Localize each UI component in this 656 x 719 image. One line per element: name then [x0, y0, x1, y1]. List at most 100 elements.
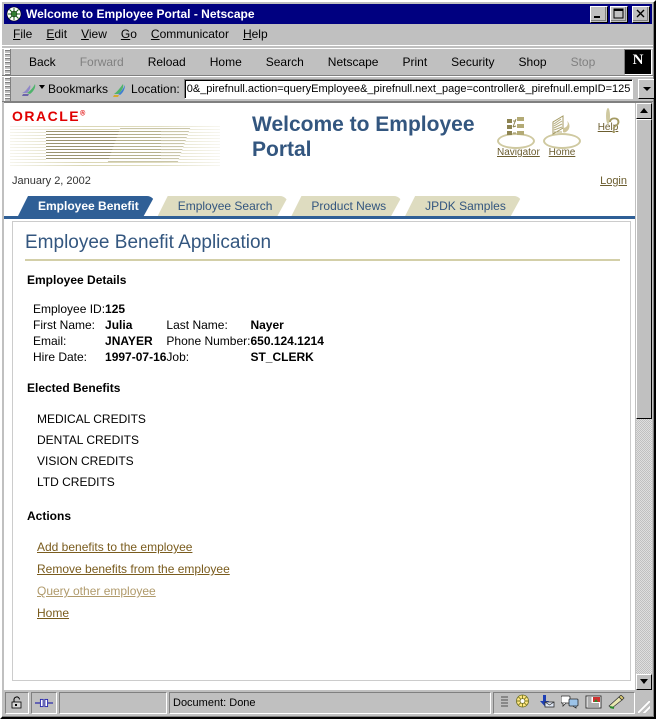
minimize-button[interactable] — [590, 5, 608, 23]
portal-date-row: January 2, 2002 Login — [4, 172, 635, 194]
navigator-tree-icon — [497, 117, 535, 149]
menu-go[interactable]: Go — [114, 25, 144, 43]
menu-file[interactable]: File — [6, 25, 39, 43]
home-button[interactable]: Home — [198, 51, 254, 73]
oracle-logo: ORACLE® — [12, 108, 87, 124]
taskbar-handle-icon[interactable] — [500, 695, 509, 711]
tab-employee-search[interactable]: Employee Search — [158, 196, 289, 216]
toolbar-grip-loc[interactable] — [2, 77, 13, 101]
employee-id-label: Employee ID: — [33, 302, 106, 316]
vertical-scrollbar[interactable] — [635, 103, 652, 690]
portal-header-links: Navigator Home Help — [497, 108, 627, 158]
portal-tabs: Employee Benefit Employee Search Product… — [4, 194, 635, 216]
navigator-component-icon[interactable] — [515, 694, 531, 712]
first-name-label: First Name: — [33, 318, 96, 332]
portal-header: ORACLE® Welcome to Employee Portal Navig… — [4, 104, 635, 172]
window-title: Welcome to Employee Portal - Netscape — [26, 7, 255, 21]
list-item: Home — [37, 603, 620, 625]
nav-buttons: Back Forward Reload Home Search Netscape… — [13, 49, 654, 75]
tab-product-news[interactable]: Product News — [291, 196, 402, 216]
ebusiness-stripes-graphic-skew — [107, 128, 191, 162]
window-controls — [590, 5, 650, 23]
discussions-component-icon[interactable] — [560, 695, 579, 712]
elected-benefits-list: MEDICAL CREDITS DENTAL CREDITS VISION CR… — [23, 409, 620, 493]
mailbox-component-icon[interactable] — [537, 694, 555, 712]
close-button[interactable] — [632, 5, 650, 23]
employee-details-title: Employee Details — [27, 273, 127, 287]
phone-number-value: 650.124.1214 — [250, 334, 324, 348]
bookmark-feather-icon — [21, 82, 38, 97]
email-value: JNAYER — [105, 334, 153, 348]
scrollbar-track[interactable] — [636, 419, 652, 674]
menu-bar: File Edit View Go Communicator Help — [2, 24, 654, 45]
list-item: VISION CREDITS — [37, 454, 134, 468]
list-item: DENTAL CREDITS — [37, 433, 140, 447]
elected-benefits-title: Elected Benefits — [27, 381, 121, 395]
netscape-brand-icon[interactable]: N — [624, 49, 652, 75]
home-link-action[interactable]: Home — [37, 606, 69, 620]
netscape-button[interactable]: Netscape — [316, 51, 391, 73]
employee-details-table: Employee ID: 125 First Name: Julia Last … — [33, 301, 324, 365]
first-name-value: Julia — [105, 318, 133, 332]
url-dropdown-chevron-icon[interactable] — [638, 79, 654, 99]
url-input[interactable]: 0&_pirefnull.action=queryEmployee&_piref… — [183, 79, 634, 99]
login-link[interactable]: Login — [600, 175, 627, 187]
last-name-label: Last Name: — [166, 318, 228, 332]
page-viewport: ORACLE® Welcome to Employee Portal Navig… — [4, 102, 652, 690]
phone-number-label: Phone Number: — [166, 334, 251, 348]
home-link-group[interactable]: Home — [543, 110, 581, 158]
component-bar — [493, 692, 635, 714]
progress-meter — [59, 692, 167, 714]
location-label: Location: — [131, 82, 180, 96]
print-button[interactable]: Print — [390, 51, 439, 73]
scroll-down-arrow-icon[interactable] — [636, 674, 652, 690]
table-row: Employee ID: 125 — [33, 301, 324, 317]
maximize-button[interactable] — [610, 5, 628, 23]
status-message-text: Document: Done — [173, 697, 256, 709]
content-frame: Employee Benefit Application Employee De… — [12, 221, 631, 681]
tab-employee-benefit[interactable]: Employee Benefit — [18, 196, 155, 216]
page-title: Welcome to Employee Portal — [252, 113, 475, 161]
add-benefits-link[interactable]: Add benefits to the employee — [37, 540, 192, 554]
list-item: MEDICAL CREDITS — [37, 412, 146, 426]
window-resize-grip[interactable] — [637, 692, 651, 714]
shop-button[interactable]: Shop — [507, 51, 559, 73]
location-compass-icon — [112, 82, 127, 97]
current-date: January 2, 2002 — [12, 175, 91, 187]
content-heading: Employee Benefit Application — [25, 232, 272, 253]
security-button[interactable]: Security — [439, 51, 506, 73]
page-content: ORACLE® Welcome to Employee Portal Navig… — [4, 103, 635, 690]
table-row: Email: JNAYER Phone Number: 650.124.1214 — [33, 333, 324, 349]
location-bar: Bookmarks Location: 0&_pirefnull.action=… — [13, 77, 654, 101]
location-toolbar: Bookmarks Location: 0&_pirefnull.action=… — [2, 76, 654, 102]
security-lock-icon[interactable] — [5, 692, 29, 714]
remove-benefits-link[interactable]: Remove benefits from the employee — [37, 562, 230, 576]
last-name-value: Nayer — [250, 318, 284, 332]
scrollbar-thumb[interactable] — [636, 119, 652, 419]
menu-edit[interactable]: Edit — [39, 25, 74, 43]
help-link-group[interactable]: ? Help — [589, 108, 627, 138]
list-item: Add benefits to the employee — [37, 537, 620, 559]
menu-help[interactable]: Help — [236, 25, 275, 43]
search-button[interactable]: Search — [254, 51, 316, 73]
stop-button: Stop — [570, 55, 596, 69]
navigator-link-group[interactable]: Navigator — [497, 110, 540, 158]
reload-button[interactable]: Reload — [136, 51, 198, 73]
tab-jpdk-samples[interactable]: JPDK Samples — [405, 196, 522, 216]
table-row: First Name: Julia Last Name: Nayer — [33, 317, 324, 333]
bookmarks-label: Bookmarks — [48, 82, 109, 96]
menu-view[interactable]: View — [74, 25, 114, 43]
list-item: LTD CREDITS — [37, 475, 115, 489]
toolbar-grip-nav[interactable] — [2, 49, 13, 75]
network-connection-icon[interactable] — [31, 692, 57, 714]
query-other-employee-link[interactable]: Query other employee — [37, 584, 156, 598]
list-item: Remove benefits from the employee — [37, 559, 620, 581]
composer-pencil-icon[interactable] — [608, 694, 628, 712]
bookmarks-button[interactable]: Bookmarks — [15, 82, 108, 97]
menu-communicator[interactable]: Communicator — [144, 25, 236, 43]
scroll-up-arrow-icon[interactable] — [636, 103, 652, 119]
composer-component-icon[interactable] — [585, 695, 602, 712]
back-button[interactable]: Back — [17, 51, 68, 73]
title-bar: Welcome to Employee Portal - Netscape — [4, 4, 652, 24]
list-item: Query other employee — [37, 581, 620, 603]
